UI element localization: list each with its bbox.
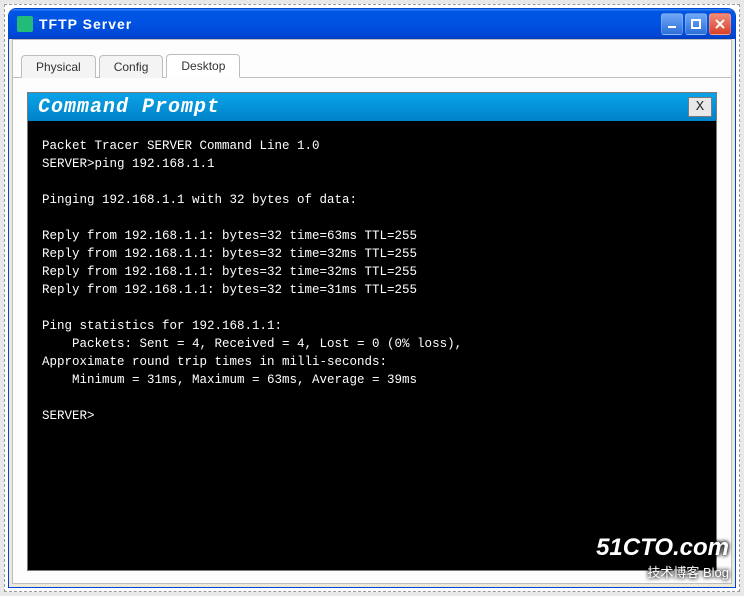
tab-physical[interactable]: Physical xyxy=(21,55,96,78)
tab-content: Command Prompt X Packet Tracer SERVER Co… xyxy=(13,78,731,583)
screenshot-frame: TFTP Server Physical Config Desktop xyxy=(4,4,740,592)
close-icon xyxy=(714,18,726,30)
terminal-output[interactable]: Packet Tracer SERVER Command Line 1.0 SE… xyxy=(28,121,716,570)
close-button[interactable] xyxy=(709,13,731,35)
tab-config[interactable]: Config xyxy=(99,55,164,78)
tab-bar: Physical Config Desktop xyxy=(13,40,731,78)
maximize-icon xyxy=(690,18,702,30)
command-prompt-titlebar[interactable]: Command Prompt X xyxy=(28,93,716,121)
window-controls xyxy=(661,13,731,35)
window-title: TFTP Server xyxy=(39,16,661,32)
app-window: TFTP Server Physical Config Desktop xyxy=(8,8,736,588)
maximize-button[interactable] xyxy=(685,13,707,35)
app-icon xyxy=(17,16,33,32)
titlebar[interactable]: TFTP Server xyxy=(9,9,735,39)
command-prompt-close-button[interactable]: X xyxy=(688,97,712,117)
command-prompt-title: Command Prompt xyxy=(38,96,688,119)
client-area: Physical Config Desktop Command Prompt X… xyxy=(12,39,732,584)
minimize-icon xyxy=(666,18,678,30)
command-prompt-window: Command Prompt X Packet Tracer SERVER Co… xyxy=(27,92,717,571)
minimize-button[interactable] xyxy=(661,13,683,35)
tab-desktop[interactable]: Desktop xyxy=(166,54,240,78)
